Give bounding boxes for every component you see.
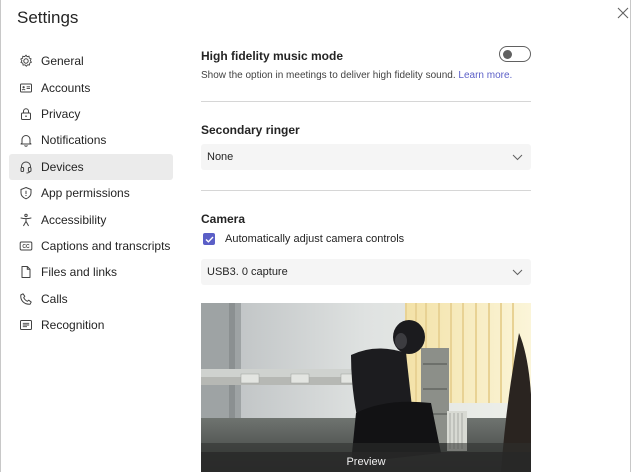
headset-icon	[19, 160, 33, 174]
sidebar-item-notifications[interactable]: Notifications	[9, 127, 173, 153]
shield-icon	[19, 186, 33, 200]
devices-panel: High fidelity music mode Show the option…	[201, 46, 531, 285]
sidebar-item-app-permissions[interactable]: App permissions	[9, 180, 173, 206]
document-icon	[19, 265, 33, 279]
chevron-down-icon	[512, 154, 523, 161]
sidebar-item-recognition[interactable]: Recognition	[9, 312, 173, 338]
auto-adjust-label: Automatically adjust camera controls	[225, 233, 405, 245]
camera-dropdown[interactable]: USB3. 0 capture	[201, 259, 531, 285]
sidebar-item-label: Files and links	[41, 265, 118, 280]
camera-value: USB3. 0 capture	[207, 266, 288, 278]
music-mode-description: Show the option in meetings to deliver h…	[201, 70, 456, 81]
settings-sidebar: General Accounts Privacy Notifications D…	[9, 48, 173, 338]
close-icon[interactable]	[617, 7, 629, 19]
window-title: Settings	[17, 8, 79, 27]
settings-window: Settings General Accounts Privacy Notifi…	[0, 0, 631, 472]
auto-adjust-checkbox[interactable]	[203, 233, 215, 245]
learn-more-link[interactable]: Learn more.	[458, 70, 512, 81]
sidebar-item-label: App permissions	[41, 186, 130, 201]
music-mode-title: High fidelity music mode	[201, 49, 344, 63]
secondary-ringer-title: Secondary ringer	[201, 123, 300, 137]
sidebar-item-privacy[interactable]: Privacy	[9, 101, 173, 127]
id-card-icon	[19, 81, 33, 95]
camera-title: Camera	[201, 212, 246, 226]
sidebar-item-files-and-links[interactable]: Files and links	[9, 259, 173, 285]
cc-icon: CC	[19, 239, 33, 253]
sidebar-item-accounts[interactable]: Accounts	[9, 74, 173, 100]
sidebar-item-devices[interactable]: Devices	[9, 153, 173, 180]
music-mode-description-row: Show the option in meetings to deliver h…	[201, 70, 531, 81]
svg-text:CC: CC	[22, 244, 30, 250]
phone-icon	[19, 292, 33, 306]
sidebar-item-general[interactable]: General	[9, 48, 173, 74]
preview-label: Preview	[346, 456, 386, 468]
recognition-icon	[19, 318, 33, 332]
sidebar-item-calls[interactable]: Calls	[9, 286, 173, 312]
toggle-knob	[503, 49, 512, 59]
sidebar-item-label: Accounts	[41, 80, 91, 95]
lock-icon	[19, 107, 33, 121]
sidebar-item-label: Notifications	[41, 133, 107, 148]
sidebar-item-label: Captions and transcripts	[41, 238, 171, 253]
sidebar-item-accessibility[interactable]: Accessibility	[9, 206, 173, 232]
sidebar-item-label: General	[41, 54, 84, 69]
music-mode-toggle[interactable]	[499, 46, 531, 62]
music-mode-row: High fidelity music mode	[201, 46, 531, 67]
gear-icon	[19, 54, 33, 68]
accessibility-icon	[19, 213, 33, 227]
sidebar-item-label: Recognition	[41, 318, 105, 333]
auto-adjust-row: Automatically adjust camera controls	[201, 233, 531, 245]
sidebar-item-label: Privacy	[41, 106, 81, 121]
sidebar-item-label: Devices	[41, 159, 84, 174]
divider	[201, 190, 531, 191]
secondary-ringer-dropdown[interactable]: None	[201, 144, 531, 170]
sidebar-item-label: Accessibility	[41, 212, 107, 227]
preview-label-bar: Preview	[201, 452, 531, 472]
sidebar-item-label: Calls	[41, 291, 68, 306]
bell-icon	[19, 133, 33, 148]
chevron-down-icon	[512, 269, 523, 276]
camera-preview: Preview	[201, 303, 531, 472]
camera-preview-image	[201, 303, 531, 472]
sidebar-item-captions[interactable]: CC Captions and transcripts	[9, 233, 173, 259]
divider	[201, 101, 531, 102]
secondary-ringer-value: None	[207, 151, 234, 163]
